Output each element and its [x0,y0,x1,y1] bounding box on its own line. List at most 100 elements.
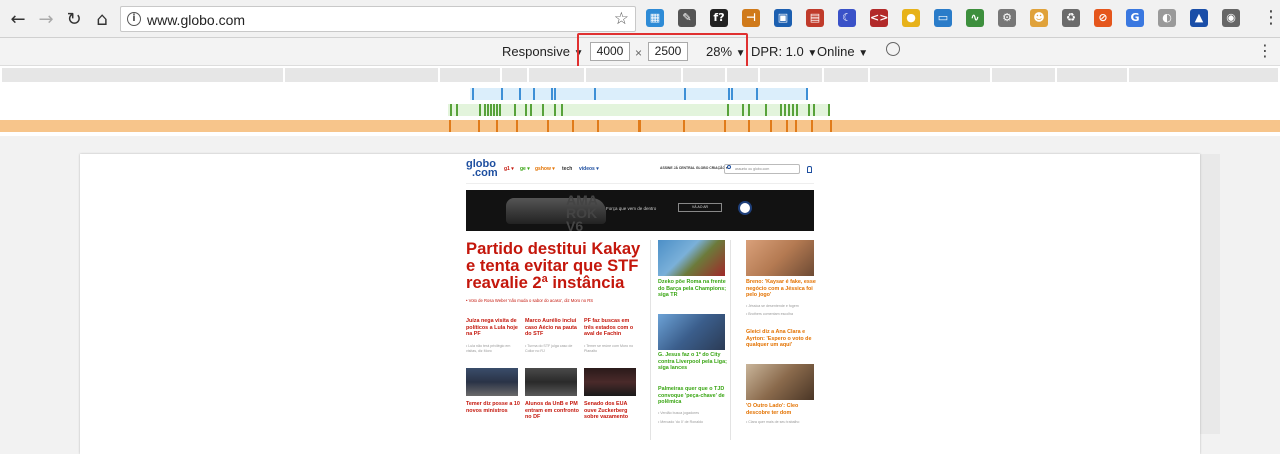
url-text[interactable]: www.globo.com [147,12,245,28]
browser-menu-icon[interactable]: ⋮ [1262,8,1280,28]
globo-logo[interactable]: globo .com [466,159,498,179]
mid-item-3-sub2[interactable]: • Mercado 'do 0' de Ronaldo [658,420,728,425]
news-item-3[interactable]: PF faz buscas em três estados com o aval… [584,318,638,338]
back-icon[interactable]: ← [6,7,30,31]
page-preview[interactable]: globo .com g1 ▾ ge ▾ gshow ▾ tech vídeos… [80,154,1200,454]
dpr-label: DPR: 1.0 [751,44,804,59]
news-thumb-2[interactable] [525,368,577,396]
screen-ext-icon[interactable]: ▦ [646,9,664,27]
right-item-1-sub[interactable]: • Jéssica se desentende e fogem [746,304,816,309]
device-viewport: globo .com g1 ▾ ge ▾ gshow ▾ tech vídeos… [0,136,1280,454]
mq-grey-divider [1127,68,1129,82]
warning-ext-icon[interactable]: ▲ [1190,9,1208,27]
news-item-b3[interactable]: Senado dos EUA ouve Zuckerberg sobre vaz… [584,401,638,421]
right-item-2[interactable]: Gleici diz a Ana Clara e Ayrton: 'Espero… [746,329,816,349]
mid-item-1[interactable]: Dzeko põe Roma na frente do Barça pela C… [658,279,728,299]
reload-icon[interactable]: ↻ [62,7,86,31]
rotate-icon[interactable] [883,39,903,59]
gear-ext-icon[interactable]: ⚙ [998,9,1016,27]
mq-green-tick [796,104,798,116]
ad-banner[interactable]: AMA ROK V6 Força que vem de dentro VÁ AO A… [466,190,814,231]
mq-grey-divider [681,68,683,82]
translate-ext-icon[interactable]: G [1126,9,1144,27]
globe-ext-icon[interactable]: ◉ [1222,9,1240,27]
face-ext-icon[interactable]: ☻ [1030,9,1048,27]
entertainment-thumb-2[interactable] [746,364,814,400]
top-links[interactable]: ASSINE JÁ CENTRAL GLOBO CRIAÇÃO ▾ [660,166,728,170]
folder-ext-icon[interactable]: ▭ [934,9,952,27]
mq-blue-tick [551,88,553,100]
right-item-3[interactable]: 'O Outro Lado': Cleo descobre ter dom [746,403,816,416]
logo-line2: .com [472,167,498,179]
dpr-select[interactable]: DPR: 1.0 ▼ [751,44,817,59]
news-item-1-sub[interactable]: • Lula não terá privilégio em visitas, d… [466,344,520,353]
block-ext-icon[interactable]: ⊘ [1094,9,1112,27]
mq-blue-tick [519,88,521,100]
device-select[interactable]: Responsive ▼ [502,44,583,59]
nav-ge[interactable]: ge ▾ [520,166,530,172]
nav-g1[interactable]: g1 ▾ [504,166,514,172]
mid-item-3-sub[interactable]: • Verdão busca jogadores [658,411,728,416]
user-icon[interactable] [807,166,812,173]
code-ext-icon[interactable]: <> [870,9,888,27]
ruler-ext-icon[interactable]: ⊣ [742,9,760,27]
mq-bar-green[interactable] [448,104,830,116]
search-input[interactable]: assunto ou globo.com [724,164,800,174]
right-item-1[interactable]: Breno: 'Kaysar é fake, esse negócio com … [746,279,816,299]
recycle-ext-icon[interactable]: ♻ [1062,9,1080,27]
address-bar[interactable]: i www.globo.com ☆ [120,6,636,32]
news-item-3-sub[interactable]: • Temer se reúne com Moro no Planalto [584,344,638,353]
home-icon[interactable]: ⌂ [90,7,114,31]
mq-grey-divider [868,68,870,82]
mq-blue-tick [756,88,758,100]
forward-icon[interactable]: → [34,7,58,31]
nav-tech[interactable]: tech [562,166,572,172]
mq-grey-divider [500,68,502,82]
mq-green-tick [484,104,486,116]
coin-ext-icon[interactable]: ● [902,9,920,27]
news-item-2[interactable]: Marco Aurélio inclui caso Aécio na pauta… [525,318,579,338]
mid-item-2[interactable]: G. Jesus faz o 1º do City contra Liverpo… [658,352,728,372]
main-headline[interactable]: Partido destitui Kakay e tenta evitar qu… [466,240,646,291]
nav-gshow[interactable]: gshow ▾ [535,166,555,172]
right-item-1-sub2[interactable]: • Brothers comentam escolha [746,312,816,317]
devtools-menu-icon[interactable]: ⋮ [1257,41,1273,60]
mq-orange-tick [770,120,772,132]
ad-brand-icon [738,201,752,215]
mq-green-tick [828,104,830,116]
mq-green-tick [784,104,786,116]
ad-cta-button[interactable]: VÁ AO AR [678,203,722,212]
news-item-1[interactable]: Juíza nega visita de políticos a Lula ho… [466,318,520,338]
bookmark-star-icon[interactable]: ☆ [614,9,629,29]
site-info-icon[interactable]: i [127,12,141,26]
news-item-b1[interactable]: Temer diz posse a 10 novos ministros [466,401,520,414]
mid-item-3[interactable]: Palmeiras quer que o TJD convoque 'peça-… [658,386,728,406]
mq-orange-tick [811,120,813,132]
font-ext-icon[interactable]: f? [710,9,728,27]
mq-blue-tick [594,88,596,100]
sports-thumb-2[interactable] [658,314,725,350]
mq-orange-tick [639,120,641,132]
palette-ext-icon[interactable]: ◐ [1158,9,1176,27]
clipboard-ext-icon[interactable]: ▣ [774,9,792,27]
eyedropper-ext-icon[interactable]: ✎ [678,9,696,27]
news-thumb-1[interactable] [466,368,518,396]
page-edge [1200,154,1220,434]
news-thumb-3[interactable] [584,368,636,396]
headline-sub[interactable]: • Voto de Rosa Weber 'não muda o sabor d… [466,298,646,303]
moon-ext-icon[interactable]: ☾ [838,9,856,27]
mq-grey-divider [584,68,586,82]
mq-grey-divider [438,68,440,82]
chart-ext-icon[interactable]: ∿ [966,9,984,27]
news-item-2-sub[interactable]: • Turma do STF julga caso de Collor no R… [525,344,579,353]
calendar-ext-icon[interactable]: ▤ [806,9,824,27]
sports-thumb-1[interactable] [658,240,725,276]
network-select[interactable]: Online ▼ [817,44,868,59]
nav-videos[interactable]: vídeos ▾ [579,166,599,172]
news-item-b2[interactable]: Alunos da UnB e PM entram em confronto n… [525,401,579,421]
mq-grey-divider [758,68,760,82]
entertainment-thumb-1[interactable] [746,240,814,276]
mq-green-tick [742,104,744,116]
column-divider-2 [730,240,731,440]
right-item-3-sub[interactable]: • Clara quer mais de seu trabalho [746,420,816,425]
